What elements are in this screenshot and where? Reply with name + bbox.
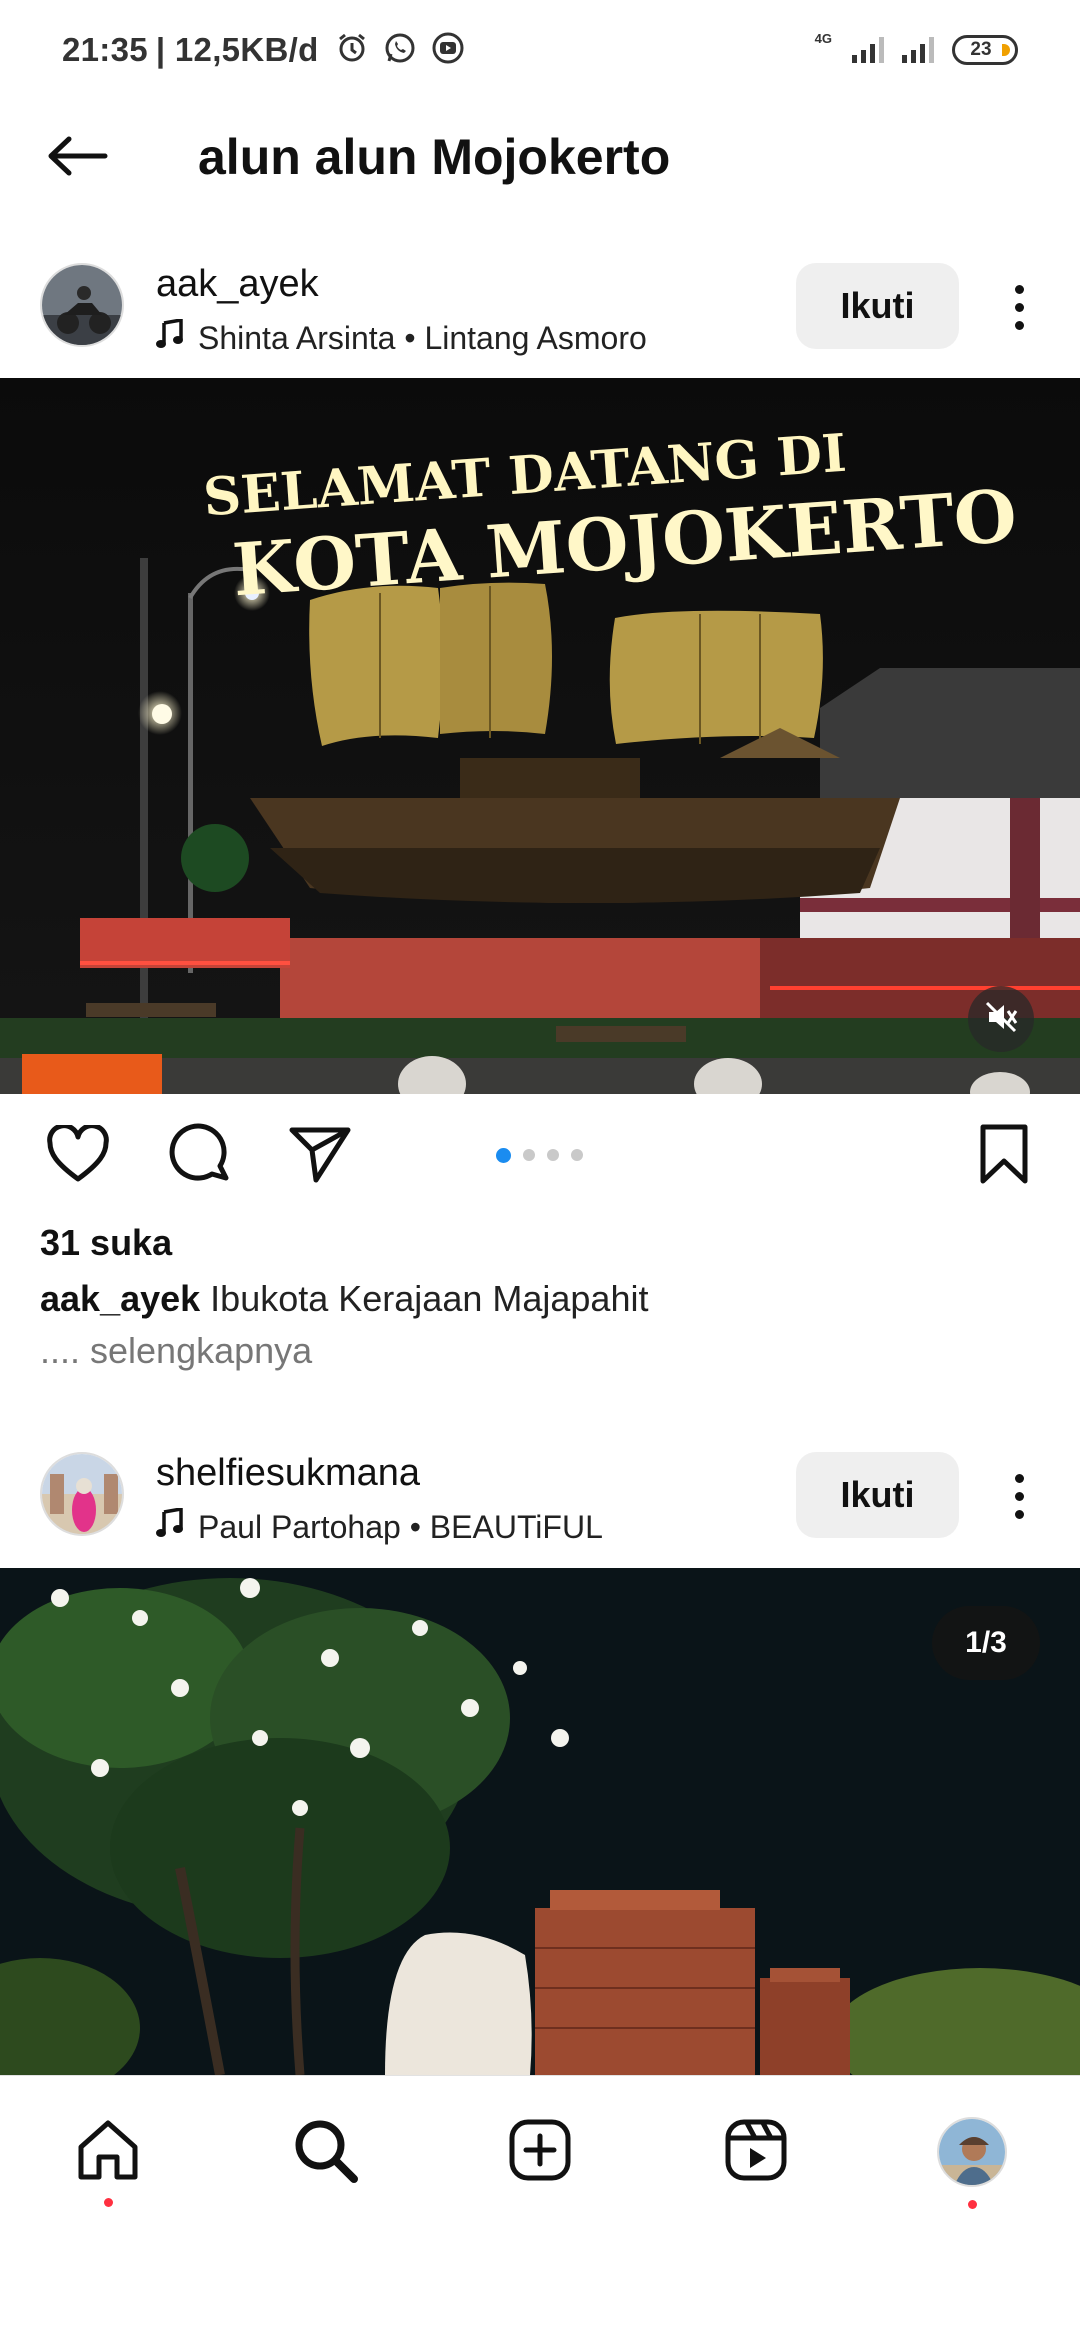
signal-icon-sim1 [852,37,884,63]
nav-home[interactable] [68,2112,148,2207]
music-note-icon [156,317,184,357]
home-notification-dot [104,2198,113,2207]
music-label: Paul Partohap • BEAUTiFUL [198,1508,603,1545]
likes-count[interactable]: 31 suka [40,1222,172,1264]
music-label: Shinta Arsinta • Lintang Asmoro [198,319,647,356]
comment-button[interactable] [160,1116,240,1196]
profile-notification-dot [968,2200,977,2209]
more-options-button[interactable] [990,1464,1048,1528]
save-button[interactable] [964,1116,1044,1196]
music-note-icon [156,1506,184,1546]
post-music[interactable]: Shinta Arsinta • Lintang Asmoro [156,317,647,357]
follow-button[interactable]: Ikuti [796,263,959,349]
post-actions [0,1116,1080,1196]
carousel-dot [547,1149,559,1161]
back-button[interactable] [42,128,112,188]
status-speed: | 12,5KB/d [155,31,319,68]
status-bar: 21:35 | 12,5KB/d 4G 23 [0,0,1080,100]
mute-button[interactable] [968,986,1034,1052]
like-button[interactable] [38,1116,118,1196]
post-music[interactable]: Paul Partohap • BEAUTiFUL [156,1506,603,1546]
nav-reels[interactable] [716,2112,796,2192]
home-icon [75,2117,141,2188]
post-username[interactable]: shelfiesukmana [156,1452,420,1495]
more-dot-icon [1014,284,1024,294]
avatar[interactable] [40,1452,124,1536]
follow-button[interactable]: Ikuti [796,1452,959,1538]
send-icon [288,1124,352,1189]
more-options-button[interactable] [990,275,1048,339]
see-more-link[interactable]: .... selengkapnya [40,1330,312,1372]
youtube-icon [431,31,465,70]
share-button[interactable] [280,1116,360,1196]
carousel-indicator [496,1148,583,1163]
page-header: alun alun Mojokerto [0,100,1080,220]
bookmark-icon [977,1123,1031,1190]
carousel-dot [571,1149,583,1161]
volume-muted-icon [983,999,1019,1040]
reels-icon [723,2117,789,2188]
caption-username[interactable]: aak_ayek [40,1278,200,1319]
post-header: aak_ayek Shinta Arsinta • Lintang Asmoro… [0,263,1080,378]
battery-level: 23 [970,39,992,60]
add-post-icon [507,2117,573,2188]
post-image[interactable] [0,1568,1080,2075]
bottom-navigation [0,2075,1080,2219]
alarm-icon [335,31,369,70]
comment-icon [168,1122,232,1191]
avatar[interactable] [40,263,124,347]
caption-text: Ibukota Kerajaan Majapahit [200,1278,649,1319]
post-caption: aak_ayek Ibukota Kerajaan Majapahit [40,1278,648,1320]
arrow-left-icon [45,136,109,181]
heart-icon [46,1122,110,1188]
battery-icon: 23 [952,35,1018,65]
network-type: 4G [814,31,832,46]
post-header: shelfiesukmana Paul Partohap • BEAUTiFUL… [0,1452,1080,1567]
nav-create[interactable] [500,2112,580,2192]
whatsapp-icon [383,31,417,70]
page-title: alun alun Mojokerto [198,129,671,185]
nav-search[interactable] [285,2112,365,2192]
status-time: 21:35 [62,31,148,68]
carousel-dot-active [496,1148,511,1163]
carousel-dot [523,1149,535,1161]
profile-avatar [937,2117,1007,2187]
carousel-counter: 1/3 [932,1606,1040,1680]
nav-profile[interactable] [932,2112,1012,2209]
search-icon [292,2117,358,2188]
more-dot-icon [1014,1473,1024,1483]
post-username[interactable]: aak_ayek [156,263,319,306]
signal-icon-sim2 [902,37,934,63]
post-image[interactable]: SELAMAT DATANG DI KOTA MOJOKERTO [0,378,1080,1094]
